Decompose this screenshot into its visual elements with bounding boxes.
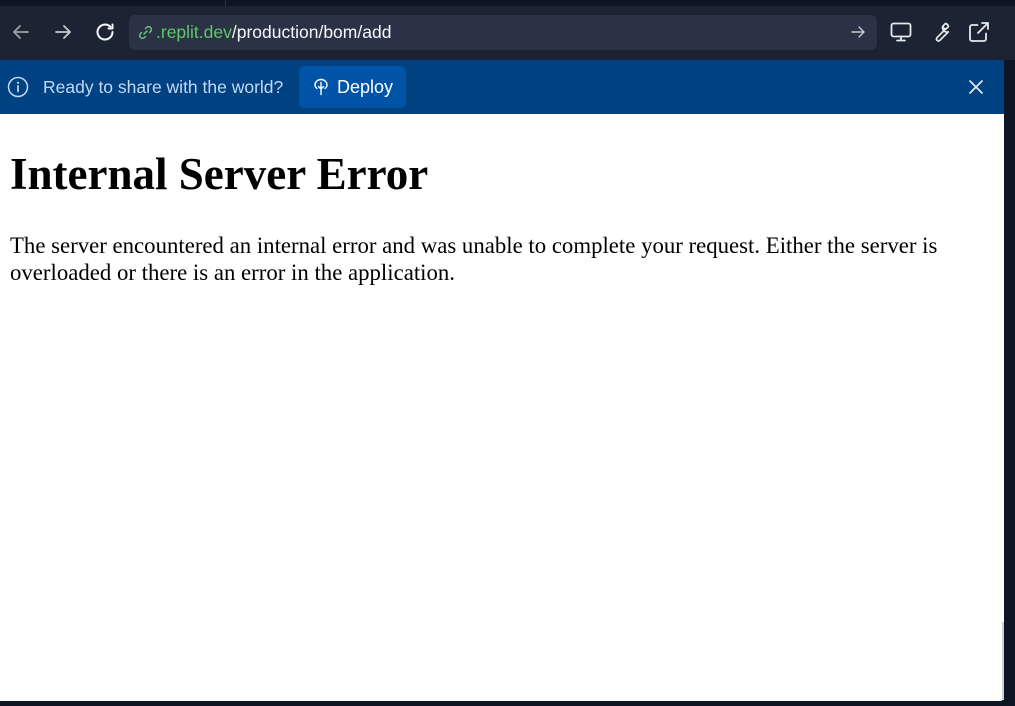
back-arrow-icon: [13, 25, 29, 39]
back-button[interactable]: [7, 18, 35, 46]
go-arrow-icon: [851, 26, 865, 38]
forward-arrow-icon: [55, 25, 71, 39]
reload-button[interactable]: [91, 18, 119, 46]
monitor-icon: [890, 22, 912, 42]
deploy-label: Deploy: [337, 76, 394, 97]
window-right-edge: [1004, 60, 1015, 706]
info-icon: [7, 76, 29, 98]
url-text: .replit.dev/production/bom/add: [156, 22, 391, 43]
error-message: The server encountered an internal error…: [10, 233, 938, 285]
link-icon: [136, 24, 154, 42]
open-new-tab-button[interactable]: [966, 19, 992, 45]
url-bar[interactable]: .replit.dev/production/bom/add: [129, 15, 877, 50]
url-path: /production/bom/add: [231, 22, 392, 42]
page-title: Internal Server Error: [10, 149, 429, 199]
devtools-button[interactable]: [927, 19, 953, 45]
deploy-button[interactable]: Deploy: [299, 66, 406, 108]
go-button[interactable]: [849, 23, 867, 41]
devices-button[interactable]: [888, 19, 914, 45]
reload-icon: [96, 23, 114, 41]
deploy-icon: [312, 78, 330, 96]
banner-message: Ready to share with the world?: [43, 77, 284, 97]
webview-content: Internal Server Error The server encount…: [0, 114, 1004, 701]
deploy-banner: Ready to share with the world? Deploy: [0, 60, 1004, 114]
browser-toolbar: .replit.dev/production/bom/add: [0, 6, 1015, 60]
scrollbar[interactable]: [1002, 622, 1004, 700]
external-link-icon: [969, 22, 989, 42]
forward-button[interactable]: [49, 18, 77, 46]
close-icon: [969, 80, 983, 94]
close-banner-button[interactable]: [964, 75, 988, 99]
wrench-icon: [935, 22, 950, 42]
url-domain: .replit.dev: [156, 22, 232, 42]
